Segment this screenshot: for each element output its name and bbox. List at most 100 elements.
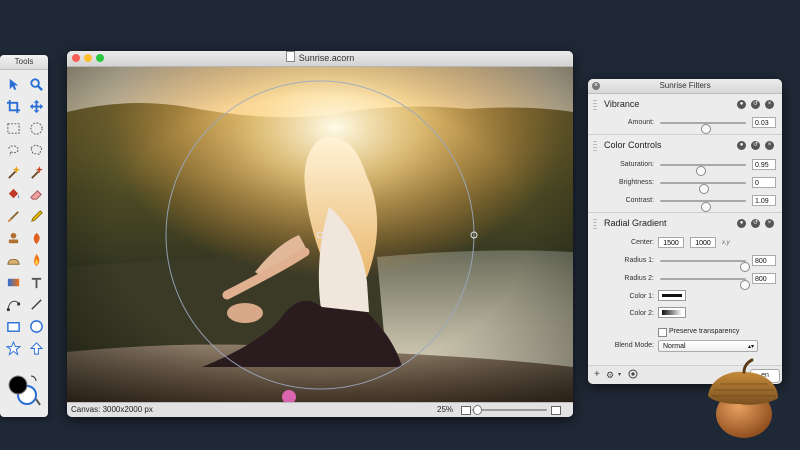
close-panel-icon[interactable]: × [592, 82, 600, 90]
amount-field[interactable]: 0.03 [752, 117, 776, 128]
sunrise-photo [67, 67, 573, 403]
line-tool-icon[interactable] [25, 294, 47, 314]
center-x-field[interactable]: 1500 [658, 237, 684, 248]
brightness-row: Brightness: 0 [588, 176, 782, 194]
amount-slider-knob[interactable] [700, 124, 711, 134]
gradient-tool-icon[interactable] [2, 272, 24, 292]
visibility-eye-icon[interactable]: ● [737, 100, 746, 109]
saturation-slider-knob[interactable] [696, 166, 707, 176]
zoom-tool-icon[interactable] [25, 74, 47, 94]
move-tool-icon[interactable] [25, 96, 47, 116]
remove-filter-icon[interactable]: × [765, 219, 774, 228]
saturation-field[interactable]: 0.95 [752, 159, 776, 170]
drag-grip-icon[interactable] [593, 100, 597, 110]
zoom-slider[interactable] [472, 409, 547, 411]
swap-colors-icon [30, 375, 37, 382]
drag-grip-icon[interactable] [593, 141, 597, 151]
radius1-field[interactable]: 800 [752, 255, 776, 266]
radius1-slider-knob[interactable] [740, 262, 751, 272]
oval-tool-icon[interactable] [25, 316, 47, 336]
clone-stamp-tool-icon[interactable] [2, 228, 24, 248]
status-bar: Canvas: 3000x2000 px 25% [67, 402, 573, 417]
vibrance-section: Vibrance ● ↺ × Amount: 0.03 [588, 94, 782, 135]
pencil-tool-icon[interactable] [25, 206, 47, 226]
tool-grid [0, 70, 48, 362]
add-filter-button[interactable]: + [594, 369, 600, 381]
visibility-eye-icon[interactable]: ● [737, 141, 746, 150]
blend-mode-select[interactable]: Normal ▴▾ [658, 340, 758, 352]
select-arrow-tool-icon[interactable] [2, 74, 24, 94]
brush-tool-icon[interactable] [2, 206, 24, 226]
radial-gradient-section: Radial Gradient ● ↺ × Center: 1500 1000 … [588, 213, 782, 365]
center-label: Center: [631, 239, 654, 246]
remove-filter-icon[interactable]: × [765, 100, 774, 109]
contrast-slider-knob[interactable] [700, 202, 711, 212]
filters-panel-titlebar[interactable]: × Sunrise Filters [588, 79, 782, 94]
flame-tool-icon[interactable] [25, 250, 47, 270]
actual-size-icon[interactable] [551, 406, 561, 415]
radius2-slider[interactable] [660, 278, 751, 290]
crop-tool-icon[interactable] [2, 96, 24, 116]
polygon-lasso-tool-icon[interactable] [25, 140, 47, 160]
saturation-slider[interactable] [660, 164, 746, 176]
eraser-tool-icon[interactable] [25, 184, 47, 204]
star-tool-icon[interactable] [2, 338, 24, 358]
brightness-field[interactable]: 0 [752, 177, 776, 188]
paint-bucket-tool-icon[interactable] [2, 184, 24, 204]
saturation-row: Saturation: 0.95 [588, 158, 782, 176]
amount-slider[interactable] [660, 122, 746, 134]
chevron-updown-icon: ▴▾ [747, 344, 754, 350]
rectangle-tool-icon[interactable] [2, 316, 24, 336]
rect-select-tool-icon[interactable] [2, 118, 24, 138]
magic-wand-2-tool-icon[interactable] [25, 162, 47, 182]
center-y-field[interactable]: 1000 [690, 237, 716, 248]
window-titlebar[interactable]: Sunrise.acorn [67, 51, 573, 67]
remove-filter-icon[interactable]: × [765, 141, 774, 150]
zoom-level: 25% [437, 405, 454, 414]
contrast-slider[interactable] [660, 200, 746, 212]
bezier-pen-tool-icon[interactable] [2, 294, 24, 314]
reset-icon[interactable]: ↺ [751, 100, 760, 109]
reset-icon[interactable]: ↺ [751, 219, 760, 228]
color2-row: Color 2: [588, 307, 782, 321]
blend-row: Blend Mode: Normal ▴▾ [588, 340, 782, 354]
amount-label: Amount: [627, 119, 654, 126]
color2-swatch[interactable] [658, 307, 686, 318]
smudge-tool-icon[interactable] [2, 250, 24, 270]
zoom-slider-knob[interactable] [472, 405, 482, 415]
contrast-row: Contrast: 1.09 [588, 194, 782, 212]
radius2-row: Radius 2: 800 [588, 272, 782, 290]
radius1-slider[interactable] [660, 260, 751, 272]
color2-label: Color 2: [629, 310, 654, 317]
preview-eye-icon[interactable] [628, 369, 638, 383]
color1-swatch[interactable] [658, 290, 686, 301]
color-well[interactable] [6, 371, 42, 407]
visibility-eye-icon[interactable]: ● [737, 219, 746, 228]
blend-mode-label: Blend Mode: [614, 342, 654, 349]
window-title: Sunrise.acorn [298, 53, 355, 63]
reset-icon[interactable]: ↺ [751, 141, 760, 150]
arrow-shape-tool-icon[interactable] [25, 338, 47, 358]
acorn-logo-icon [708, 358, 778, 438]
radius2-slider-knob[interactable] [740, 280, 751, 290]
fit-window-icon[interactable] [461, 406, 471, 415]
contrast-field[interactable]: 1.09 [752, 195, 776, 206]
radial-gradient-title: Radial Gradient [604, 218, 667, 228]
center-unit-label: x,y [722, 240, 730, 246]
lasso-tool-icon[interactable] [2, 140, 24, 160]
preserve-transparency-checkbox[interactable] [658, 328, 667, 337]
radius2-field[interactable]: 800 [752, 273, 776, 284]
image-canvas[interactable] [67, 67, 573, 403]
magic-wand-tool-icon[interactable] [2, 162, 24, 182]
chevron-down-icon[interactable]: ▾ [618, 369, 621, 381]
brightness-slider[interactable] [660, 182, 746, 194]
foreground-color-swatch [8, 375, 28, 395]
drag-grip-icon[interactable] [593, 219, 597, 229]
gear-icon[interactable]: ⚙ [606, 369, 614, 381]
brightness-slider-knob[interactable] [699, 184, 709, 194]
color1-row: Color 1: [588, 290, 782, 304]
text-tool-icon[interactable] [25, 272, 47, 292]
ellipse-select-tool-icon[interactable] [25, 118, 47, 138]
tools-palette: Tools [0, 55, 48, 417]
burn-tool-icon[interactable] [25, 228, 47, 248]
